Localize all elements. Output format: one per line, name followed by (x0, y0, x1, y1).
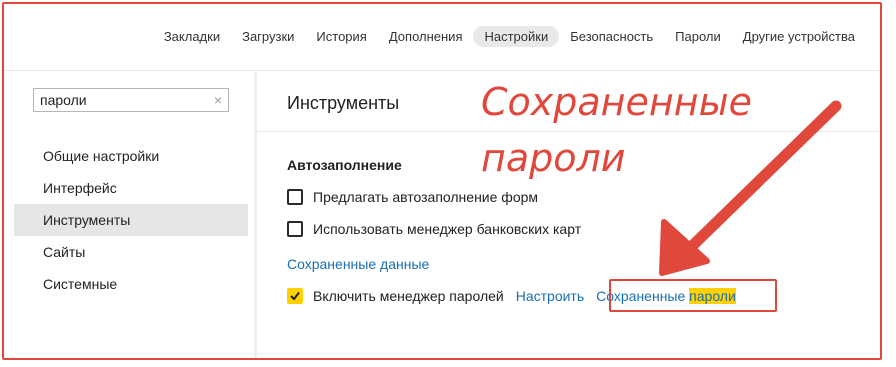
sidebar-item-sites[interactable]: Сайты (14, 236, 248, 268)
password-manager-checkbox[interactable] (287, 288, 303, 304)
page-title: Инструменты (287, 93, 400, 113)
sidebar-item-interface[interactable]: Интерфейс (14, 172, 248, 204)
sidebar-item-general[interactable]: Общие настройки (14, 140, 248, 172)
autofill-section-title: Автозаполнение (287, 157, 402, 173)
tab-downloads[interactable]: Загрузки (231, 26, 305, 47)
sidebar-item-system[interactable]: Системные (14, 268, 248, 300)
tab-history[interactable]: История (305, 26, 377, 47)
sidebar-item-tools[interactable]: Инструменты (14, 204, 248, 236)
browser-settings-window: Закладки Загрузки История Дополнения Нас… (2, 2, 882, 360)
annotation-arrow-icon (659, 100, 842, 276)
tab-passwords[interactable]: Пароли (664, 26, 732, 47)
password-manager-label: Включить менеджер паролей (313, 288, 504, 304)
tab-bookmarks[interactable]: Закладки (153, 26, 231, 47)
checkmark-icon (290, 291, 300, 301)
settings-search-input[interactable] (40, 91, 200, 109)
bank-cards-label: Использовать менеджер банковских карт (313, 221, 582, 237)
tab-extensions[interactable]: Дополнения (378, 26, 474, 47)
option-autofill-forms[interactable]: Предлагать автозаполнение форм (287, 189, 538, 205)
nav-tabs: Закладки Загрузки История Дополнения Нас… (153, 26, 866, 47)
saved-data-link[interactable]: Сохраненные данные (287, 256, 429, 272)
annotation-highlight-box (609, 279, 777, 312)
settings-search: × (33, 88, 229, 112)
autofill-forms-label: Предлагать автозаполнение форм (313, 189, 539, 205)
tab-other-devices[interactable]: Другие устройства (732, 26, 866, 47)
tab-security[interactable]: Безопасность (559, 26, 664, 47)
clear-search-icon[interactable]: × (214, 91, 222, 109)
settings-sidebar: × Общие настройки Интерфейс Инструменты … (14, 74, 248, 358)
saved-data-row: Сохраненные данные (287, 256, 429, 272)
tab-settings[interactable]: Настройки (473, 26, 560, 47)
option-bank-cards[interactable]: Использовать менеджер банковских карт (287, 221, 581, 237)
autofill-forms-checkbox[interactable] (287, 189, 303, 205)
bank-cards-checkbox[interactable] (287, 221, 303, 237)
sidebar-menu: Общие настройки Интерфейс Инструменты Са… (14, 140, 248, 300)
configure-link[interactable]: Настроить (516, 288, 584, 304)
top-navigation: Закладки Загрузки История Дополнения Нас… (4, 4, 880, 70)
